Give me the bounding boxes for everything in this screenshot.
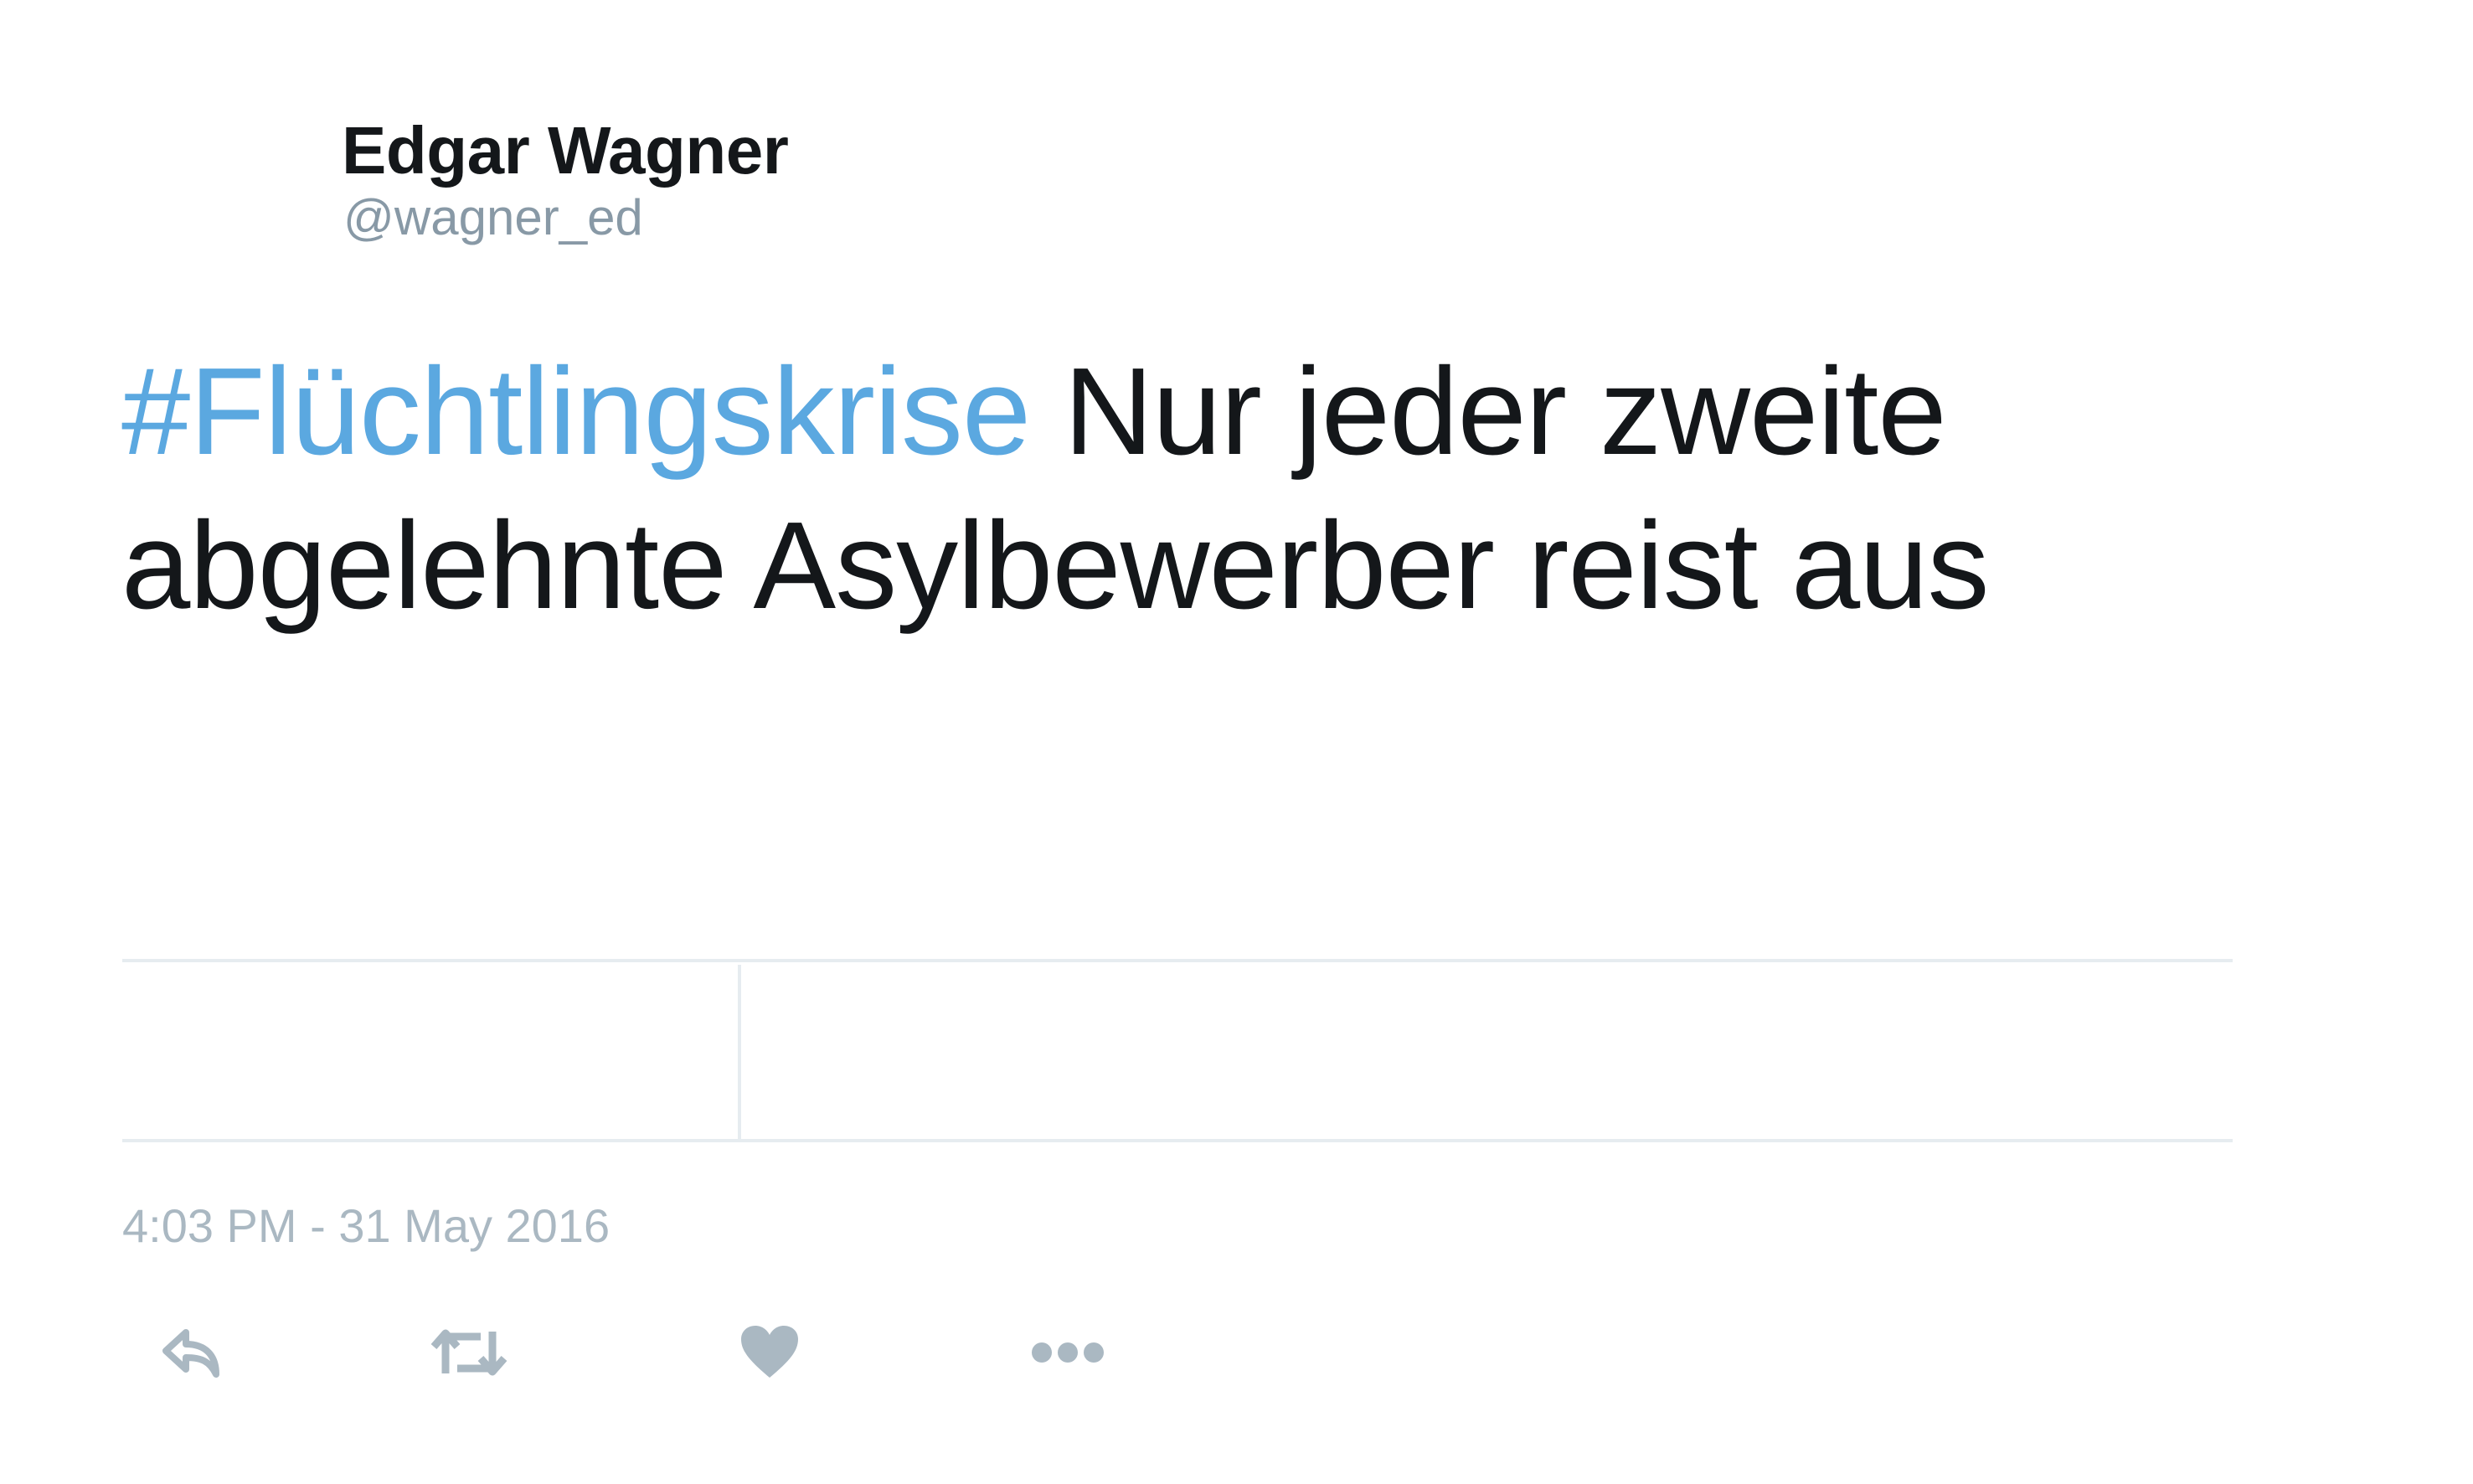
- tweet-text: #Flüchtlingskrise Nur jeder zweite abgel…: [121, 335, 2299, 643]
- action-bar: [0, 1306, 2473, 1399]
- heart-icon: [739, 1324, 800, 1381]
- hashtag-link[interactable]: #Flüchtlingskrise: [121, 343, 1031, 481]
- more-button[interactable]: [1026, 1306, 1110, 1399]
- timestamp[interactable]: 4:03 PM - 31 May 2016: [122, 1196, 610, 1256]
- retweet-button[interactable]: [423, 1306, 515, 1399]
- reply-icon: [161, 1326, 224, 1379]
- retweet-icon: [427, 1323, 511, 1382]
- display-name[interactable]: Edgar Wagner: [342, 109, 789, 193]
- username[interactable]: @wagner_ed: [343, 186, 643, 250]
- stats-divider: [738, 965, 741, 1141]
- reply-button[interactable]: [155, 1306, 230, 1399]
- like-button[interactable]: [732, 1306, 807, 1399]
- divider: [122, 1139, 2233, 1142]
- more-icon: [1030, 1340, 1105, 1365]
- divider: [122, 959, 2233, 962]
